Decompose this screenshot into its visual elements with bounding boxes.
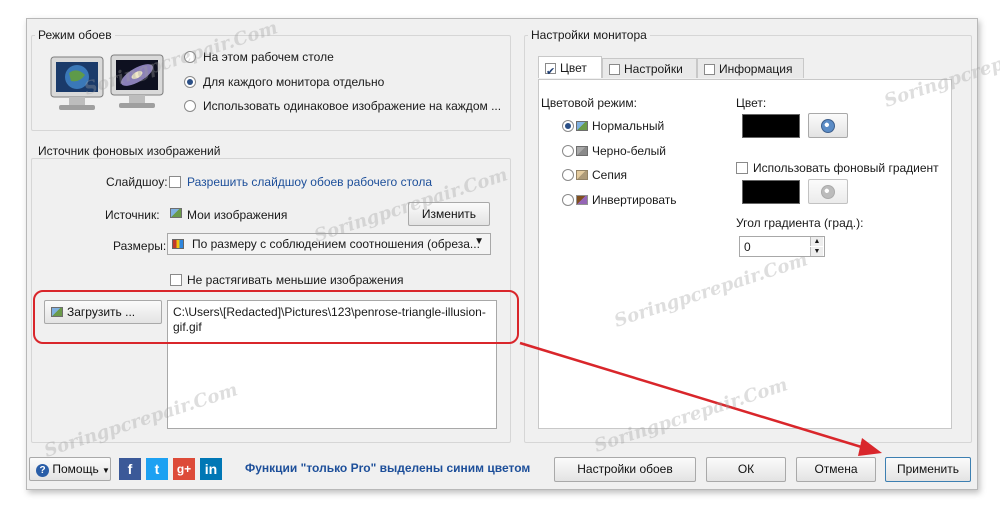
sizes-label: Размеры: (113, 239, 167, 253)
invert-mode-icon (576, 195, 588, 205)
slideshow-checkbox-label: Разрешить слайдшоу обоев рабочего стола (187, 175, 433, 189)
help-button-label: Помощь (52, 462, 99, 476)
change-button[interactable]: Изменить (408, 202, 490, 226)
slideshow-checkbox[interactable] (169, 176, 181, 188)
radio-each-monitor[interactable] (184, 76, 196, 88)
twitter-icon[interactable]: t (146, 458, 168, 480)
radio-each-monitor-label: Для каждого монитора отдельно (203, 75, 385, 89)
cancel-button[interactable]: Отмена (796, 457, 876, 482)
pro-notice: Функции "только Pro" выделены синим цвет… (245, 461, 531, 475)
wallpaper-dialog: Режим обоев На этом рабочем столе Для ка… (26, 18, 978, 490)
sepia-mode-icon (576, 170, 588, 180)
slideshow-label: Слайдшоу: (106, 175, 168, 189)
linkedin-icon[interactable]: in (200, 458, 222, 480)
mode-invert-label: Инвертировать (592, 193, 677, 207)
gradient-color-picker-button[interactable] (808, 179, 848, 204)
sizes-value: По размеру с соблюдением соотношения (об… (192, 237, 480, 251)
gradient-checkbox-label: Использовать фоновый градиент (753, 161, 939, 175)
tab-info-check (704, 64, 715, 75)
tab-settings-label: Настройки (624, 62, 683, 76)
angle-spinner[interactable]: 0 ▲ ▼ (739, 236, 825, 257)
source-value[interactable]: Мои изображения (187, 208, 287, 222)
bw-mode-icon (576, 146, 588, 156)
palette-icon-disabled (821, 185, 835, 199)
tab-bar: Цвет Настройки Информация (538, 56, 938, 83)
help-icon: ? (36, 464, 49, 477)
mode-bw-label: Черно-белый (592, 144, 666, 158)
source-label: Источник: (105, 208, 160, 222)
normal-mode-icon (576, 121, 588, 131)
facebook-icon[interactable]: f (119, 458, 141, 480)
gradient-checkbox[interactable] (736, 162, 748, 174)
chevron-down-icon: ▼ (474, 236, 484, 247)
color-mode-label: Цветовой режим: (541, 96, 637, 110)
help-button[interactable]: ? Помощь ▼ (29, 457, 111, 481)
spin-down-icon[interactable]: ▼ (810, 247, 823, 256)
source-group-title: Источник фоновых изображений (35, 144, 224, 158)
tab-info-label: Информация (719, 62, 793, 76)
ok-button[interactable]: ОК (706, 457, 786, 482)
color-picker-button[interactable] (808, 113, 848, 138)
palette-icon (821, 119, 835, 133)
wallpaper-settings-button[interactable]: Настройки обоев (554, 457, 696, 482)
no-stretch-checkbox[interactable] (170, 274, 182, 286)
tab-info[interactable]: Информация (697, 58, 804, 78)
monitor-settings-title: Настройки монитора (528, 28, 650, 42)
radio-mode-sepia[interactable] (562, 169, 574, 181)
radio-mode-bw[interactable] (562, 145, 574, 157)
radio-mode-invert[interactable] (562, 194, 574, 206)
mode-normal-label: Нормальный (592, 119, 665, 133)
chevron-down-icon: ▼ (102, 466, 110, 475)
radio-this-desktop[interactable] (184, 51, 196, 63)
tab-color-label: Цвет (560, 61, 587, 75)
mode-sepia-label: Сепия (592, 168, 628, 182)
tab-color-check (545, 61, 556, 83)
tab-settings-check (609, 64, 620, 75)
color-label: Цвет: (736, 96, 767, 110)
radio-mode-normal[interactable] (562, 120, 574, 132)
spin-up-icon[interactable]: ▲ (810, 237, 823, 246)
fit-ratio-icon (172, 239, 184, 249)
highlight-annotation (33, 290, 519, 344)
radio-this-desktop-label: На этом рабочем столе (203, 50, 334, 64)
color-swatch[interactable] (742, 114, 800, 138)
no-stretch-label: Не растягивать меньшие изображения (187, 273, 404, 287)
angle-label: Угол градиента (град.): (736, 216, 864, 230)
tab-color[interactable]: Цвет (538, 56, 602, 83)
angle-value: 0 (744, 240, 751, 254)
gradient-color-swatch[interactable] (742, 180, 800, 204)
wallpaper-mode-title: Режим обоев (35, 28, 115, 42)
sizes-select[interactable]: По размеру с соблюдением соотношения (об… (167, 233, 491, 255)
apply-button[interactable]: Применить (885, 457, 971, 482)
pictures-folder-icon (170, 208, 182, 218)
monitors-illustration (49, 53, 169, 117)
radio-same-image[interactable] (184, 100, 196, 112)
radio-same-image-label: Использовать одинаковое изображение на к… (203, 99, 502, 113)
tab-settings[interactable]: Настройки (602, 58, 697, 78)
google-plus-icon[interactable]: g+ (173, 458, 195, 480)
